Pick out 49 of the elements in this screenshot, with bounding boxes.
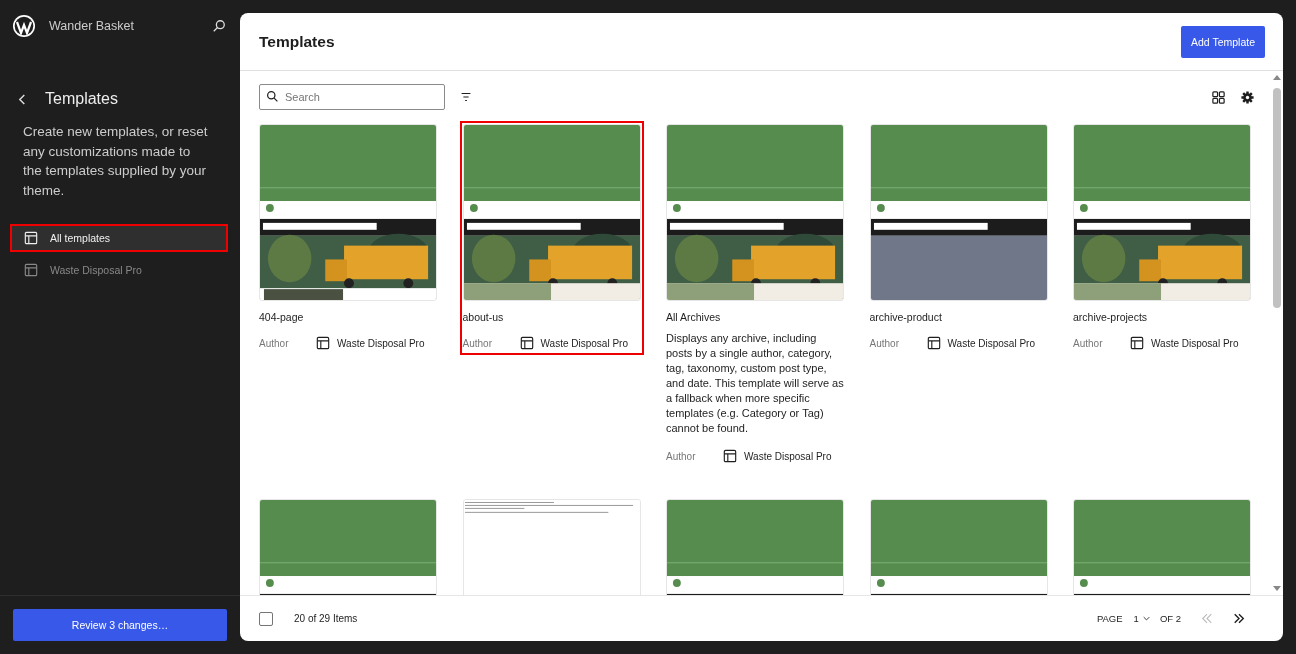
template-description: Displays any archive, including posts by a single author, category, tag, taxonomy, custom post type, and date. This template will serve as a fallback when more specific templates (e.g. Category or Tag) cannot be found. [666, 331, 844, 436]
review-changes-button[interactable]: Review 3 changes… [13, 609, 227, 641]
scroll-down-icon[interactable] [1272, 586, 1281, 592]
layout-icon [24, 263, 38, 277]
theme-name: Waste Disposal Pro [744, 450, 832, 462]
sidebar-item[interactable]: All templates [10, 224, 228, 252]
search-field[interactable]: Search [259, 84, 445, 110]
layout-icon [24, 231, 38, 245]
chevron-down-icon [1142, 616, 1150, 621]
author-label: Author [869, 337, 900, 349]
wordpress-logo-icon[interactable] [12, 14, 36, 38]
filter-icon[interactable] [459, 90, 473, 104]
settings-icon[interactable] [1240, 89, 1255, 105]
author-label: Author [259, 337, 290, 349]
sidebar-item[interactable]: Waste Disposal Pro [10, 256, 228, 284]
next-page-icon[interactable] [1233, 613, 1245, 624]
author-label: Author [1073, 337, 1104, 349]
add-template-button[interactable]: Add Template [1181, 25, 1265, 58]
sidebar-heading: Templates [45, 90, 118, 108]
back-icon[interactable] [18, 92, 27, 106]
theme-name: Waste Disposal Pro [337, 337, 425, 349]
layout-icon [926, 336, 941, 350]
scroll-up-icon[interactable] [1272, 74, 1281, 80]
site-title[interactable]: Wander Basket [49, 19, 199, 33]
theme-name: Waste Disposal Pro [1151, 337, 1239, 349]
page-select[interactable]: 1 [1133, 613, 1150, 624]
theme-name: Waste Disposal Pro [947, 337, 1035, 349]
layout-icon [1130, 336, 1144, 350]
template-name[interactable]: about-us [462, 311, 641, 323]
template-card[interactable]: about-us Author Waste Disposal Pro [459, 121, 644, 355]
template-name[interactable]: 404-page [259, 311, 437, 323]
layout-icon [316, 336, 330, 350]
sidebar-description: Create new templates, or reset any customizations made to the templates supplied by your theme. [23, 123, 209, 200]
template-name[interactable]: All Archives [666, 311, 844, 323]
select-all-checkbox[interactable] [259, 611, 273, 626]
author-label: Author [666, 450, 697, 462]
author-label: Author [462, 337, 493, 349]
template-name[interactable]: archive-projects [1073, 311, 1251, 323]
theme-name: Waste Disposal Pro [540, 337, 628, 349]
search-icon [266, 90, 279, 103]
layout-icon [723, 449, 737, 463]
grid-view-icon[interactable] [1211, 89, 1226, 105]
search-icon[interactable] [212, 19, 226, 33]
template-name[interactable]: archive-product [869, 311, 1048, 323]
page-title: Templates [259, 32, 335, 51]
page-total: OF 2 [1159, 613, 1181, 624]
layout-icon [519, 336, 534, 350]
items-count: 20 of 29 Items [294, 613, 358, 624]
page-label: PAGE [1096, 613, 1123, 624]
